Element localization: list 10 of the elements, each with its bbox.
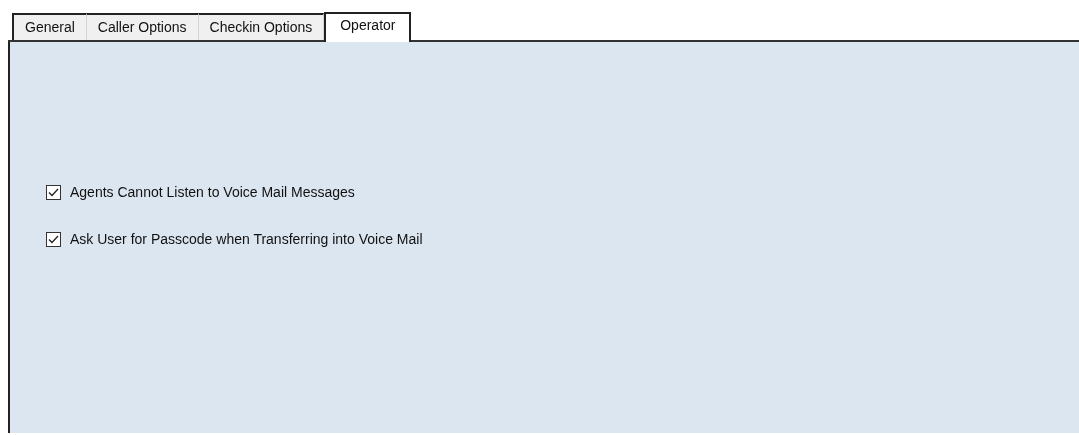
checkmark-icon (48, 234, 59, 244)
checkbox[interactable] (46, 184, 61, 200)
checkbox[interactable] (46, 231, 61, 247)
checkmark-icon (48, 187, 59, 197)
checkbox-label: Agents Cannot Listen to Voice Mail Messages (70, 182, 355, 202)
tab[interactable]: Caller Options (86, 13, 199, 40)
tab[interactable]: Checkin Options (198, 13, 325, 40)
checkbox-label: Ask User for Passcode when Transferring into Voice Mail (70, 229, 423, 249)
tab[interactable]: Operator (324, 12, 412, 42)
tab[interactable]: General (12, 13, 87, 40)
